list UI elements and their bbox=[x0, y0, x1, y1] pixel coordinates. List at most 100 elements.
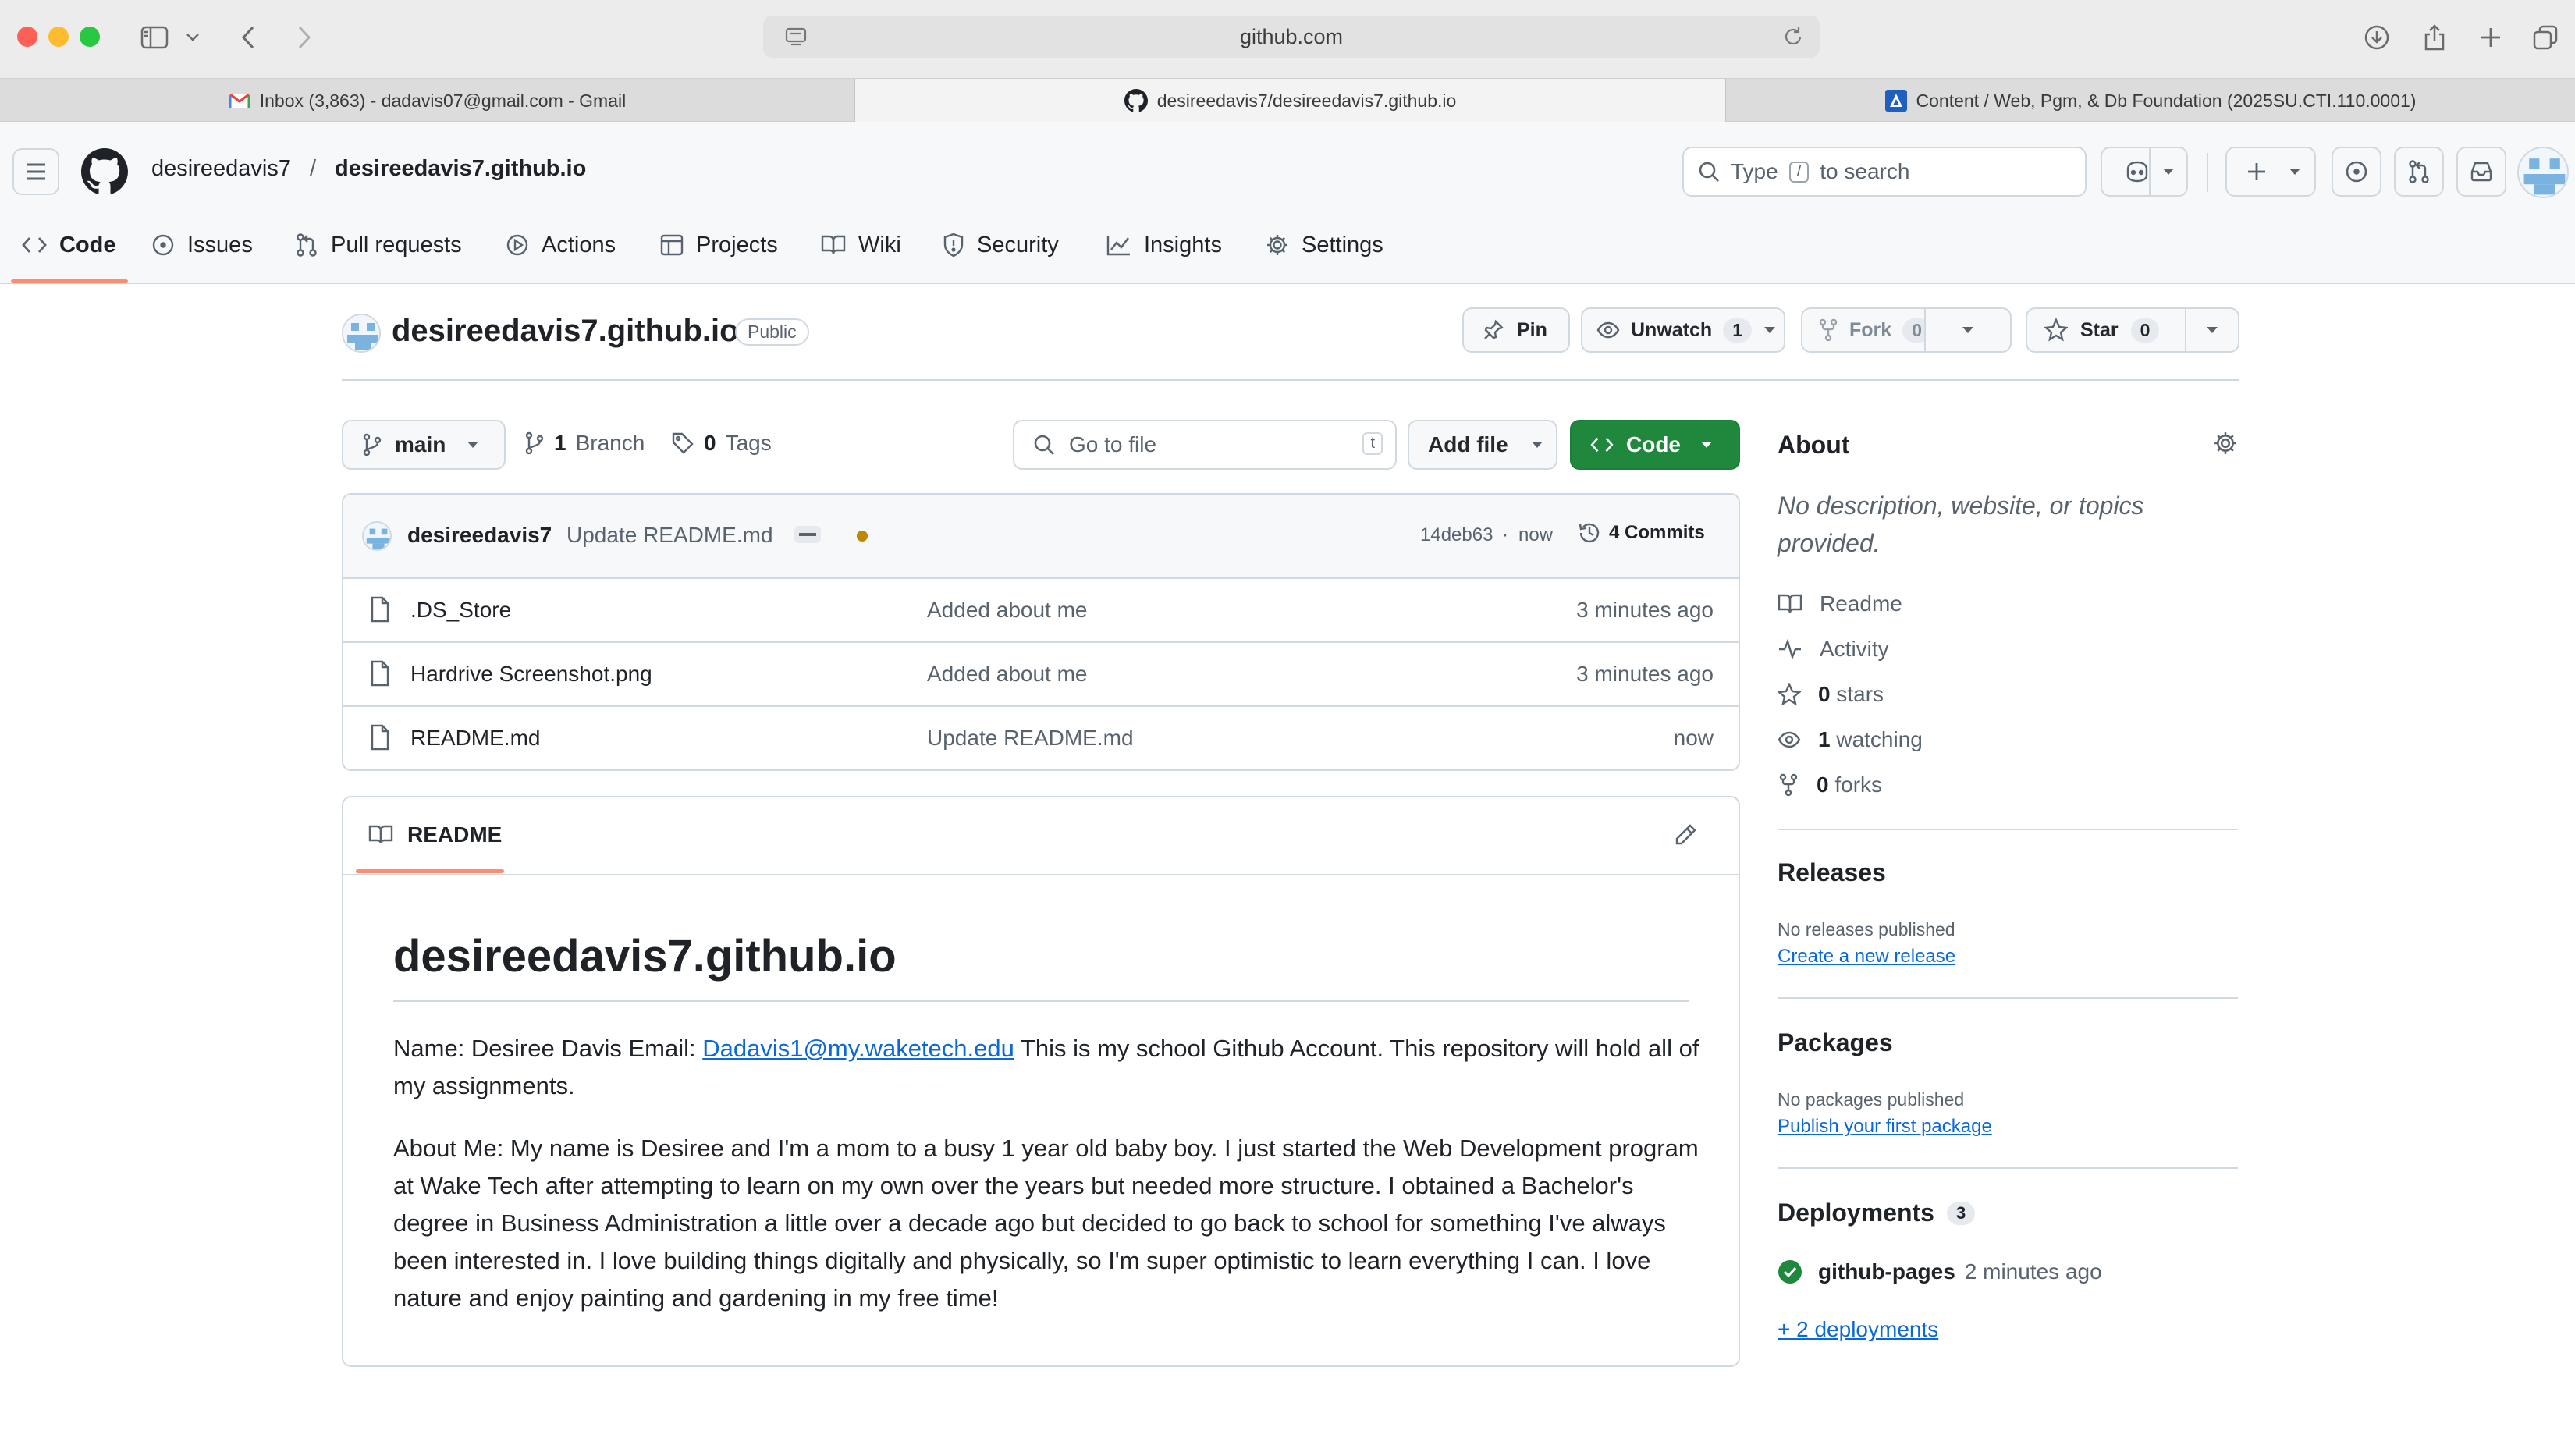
table-row[interactable]: .DS_Store Added about me 3 minutes ago bbox=[343, 577, 1739, 641]
go-to-file-input[interactable]: Go to file t bbox=[1013, 420, 1397, 470]
file-browser: desireedavis7 Update README.md 14deb63 ·… bbox=[342, 493, 1740, 771]
zoom-window-button[interactable] bbox=[80, 27, 100, 47]
create-new-button[interactable] bbox=[2225, 147, 2316, 197]
copilot-button[interactable] bbox=[2101, 147, 2188, 197]
issues-button[interactable] bbox=[2332, 147, 2381, 197]
more-deployments-link[interactable]: + 2 deployments bbox=[1778, 1317, 1938, 1342]
packages-heading[interactable]: Packages bbox=[1778, 1028, 1893, 1057]
back-icon[interactable] bbox=[231, 20, 265, 55]
deployments-heading[interactable]: Deployments 3 bbox=[1778, 1199, 1976, 1227]
close-window-button[interactable] bbox=[17, 27, 37, 47]
tab-insights[interactable]: Insights bbox=[1106, 223, 1222, 267]
menu-button[interactable] bbox=[12, 148, 59, 195]
owner-link[interactable]: desireedavis7 bbox=[151, 156, 291, 182]
email-link[interactable]: Dadavis1@my.waketech.edu bbox=[702, 1035, 1014, 1062]
pull-requests-button[interactable] bbox=[2394, 147, 2444, 197]
file-name[interactable]: Hardrive Screenshot.png bbox=[410, 662, 652, 687]
avatar[interactable] bbox=[362, 521, 392, 551]
file-commit-message[interactable]: Added about me bbox=[927, 598, 1088, 623]
divider bbox=[1778, 829, 2238, 830]
tab-issues[interactable]: Issues bbox=[151, 223, 253, 267]
browser-tab-brightspace[interactable]: Content / Web, Pgm, & Db Foundation (202… bbox=[1726, 79, 2575, 123]
commit-message[interactable]: Update README.md bbox=[566, 523, 773, 548]
file-name[interactable]: README.md bbox=[410, 726, 540, 751]
ellipsis-icon[interactable] bbox=[794, 526, 821, 543]
new-tab-icon[interactable] bbox=[2474, 20, 2508, 55]
address-bar[interactable]: github.com bbox=[763, 16, 1820, 58]
tab-label: Security bbox=[977, 232, 1059, 257]
tab-readme[interactable]: README bbox=[368, 822, 502, 847]
status-dot[interactable] bbox=[857, 531, 868, 542]
packages-empty-text: No packages published bbox=[1778, 1089, 1965, 1110]
edit-icon[interactable] bbox=[1673, 822, 1698, 847]
tab-wiki[interactable]: Wiki bbox=[821, 223, 901, 267]
add-file-button[interactable]: Add file bbox=[1408, 420, 1557, 470]
share-icon[interactable] bbox=[2417, 20, 2452, 55]
tab-security[interactable]: Security bbox=[943, 223, 1059, 267]
table-row[interactable]: Hardrive Screenshot.png Added about me 3… bbox=[343, 641, 1739, 705]
inbox-button[interactable] bbox=[2456, 147, 2506, 197]
readme-link[interactable]: Readme bbox=[1778, 591, 1902, 616]
commit-author[interactable]: desireedavis7 bbox=[407, 523, 552, 548]
reload-icon[interactable] bbox=[1782, 26, 1804, 48]
search-placeholder-suffix: to search bbox=[1820, 159, 1910, 183]
search-placeholder: Type bbox=[1731, 159, 1778, 183]
pin-button[interactable]: Pin bbox=[1462, 307, 1570, 353]
minimize-window-button[interactable] bbox=[48, 27, 69, 47]
create-release-link[interactable]: Create a new release bbox=[1778, 946, 1955, 968]
tags-link[interactable]: 0 Tags bbox=[671, 431, 772, 456]
gear-icon[interactable] bbox=[2213, 431, 2238, 456]
fork-dropdown-button[interactable] bbox=[1924, 307, 2012, 353]
star-dropdown-button[interactable] bbox=[2185, 307, 2239, 353]
deployment-item[interactable]: github-pages 2 minutes ago bbox=[1778, 1259, 2102, 1284]
code-button[interactable]: Code bbox=[1570, 420, 1740, 470]
browser-tab-github[interactable]: desireedavis7/desireedavis7.github.io bbox=[855, 79, 1726, 123]
commit-hash[interactable]: 14deb63 bbox=[1420, 524, 1493, 546]
commits-link[interactable]: 4 Commits bbox=[1578, 521, 1705, 545]
eye-icon bbox=[1778, 731, 1801, 748]
avatar[interactable] bbox=[2517, 147, 2569, 198]
issue-icon bbox=[2345, 160, 2368, 183]
stars-link[interactable]: 0 stars bbox=[1778, 682, 1884, 707]
github-logo-icon[interactable] bbox=[81, 148, 128, 195]
file-name[interactable]: .DS_Store bbox=[410, 598, 511, 623]
watchers-link[interactable]: 1 watching bbox=[1778, 727, 1923, 752]
table-row[interactable]: README.md Update README.md now bbox=[343, 705, 1739, 769]
tab-actions[interactable]: Actions bbox=[506, 223, 616, 267]
browser-tab-gmail[interactable]: Inbox (3,863) - dadavis07@gmail.com - Gm… bbox=[0, 79, 855, 123]
page-menu-icon[interactable] bbox=[785, 27, 807, 46]
tab-code[interactable]: Code bbox=[22, 223, 116, 267]
branch-selector[interactable]: main bbox=[342, 420, 506, 470]
book-icon bbox=[368, 824, 393, 846]
publish-package-link[interactable]: Publish your first package bbox=[1778, 1116, 1992, 1138]
tab-settings[interactable]: Settings bbox=[1266, 223, 1383, 267]
branch-icon bbox=[524, 431, 545, 455]
go-to-file-placeholder: Go to file bbox=[1069, 432, 1157, 456]
branches-link[interactable]: 1 Branch bbox=[524, 431, 645, 456]
tab-label: Insights bbox=[1144, 232, 1222, 257]
activity-link[interactable]: Activity bbox=[1778, 637, 1889, 662]
tab-overview-icon[interactable] bbox=[2528, 20, 2563, 55]
forks-link[interactable]: 0 forks bbox=[1778, 772, 1882, 797]
tab-projects[interactable]: Projects bbox=[660, 223, 778, 267]
repo-owner-avatar[interactable] bbox=[342, 314, 381, 353]
gear-icon bbox=[1266, 233, 1289, 257]
unwatch-button[interactable]: Unwatch 1 bbox=[1581, 307, 1785, 353]
readme-paragraph: Name: Desiree Davis Email: Dadavis1@my.w… bbox=[393, 1035, 1700, 1099]
readme-paragraph: About Me: My name is Desiree and I'm a m… bbox=[393, 1135, 1699, 1312]
repo-title[interactable]: desireedavis7.github.io bbox=[392, 314, 739, 349]
releases-heading[interactable]: Releases bbox=[1778, 858, 1886, 887]
file-commit-message[interactable]: Added about me bbox=[927, 662, 1088, 687]
file-icon bbox=[370, 724, 390, 751]
fork-button[interactable]: Fork 0 bbox=[1801, 307, 1931, 353]
forward-icon[interactable] bbox=[287, 20, 321, 55]
repo-link[interactable]: desireedavis7.github.io bbox=[335, 156, 586, 182]
file-commit-message[interactable]: Update README.md bbox=[927, 726, 1134, 751]
tab-label: Wiki bbox=[858, 232, 901, 257]
tab-pull-requests[interactable]: Pull requests bbox=[295, 223, 462, 267]
downloads-icon[interactable] bbox=[2360, 20, 2394, 55]
search-input[interactable]: Type / to search bbox=[1682, 147, 2087, 197]
sidebar-toggle-icon[interactable] bbox=[137, 20, 172, 55]
star-button[interactable]: Star 0 bbox=[2026, 307, 2186, 353]
chevron-down-icon[interactable] bbox=[181, 20, 204, 55]
